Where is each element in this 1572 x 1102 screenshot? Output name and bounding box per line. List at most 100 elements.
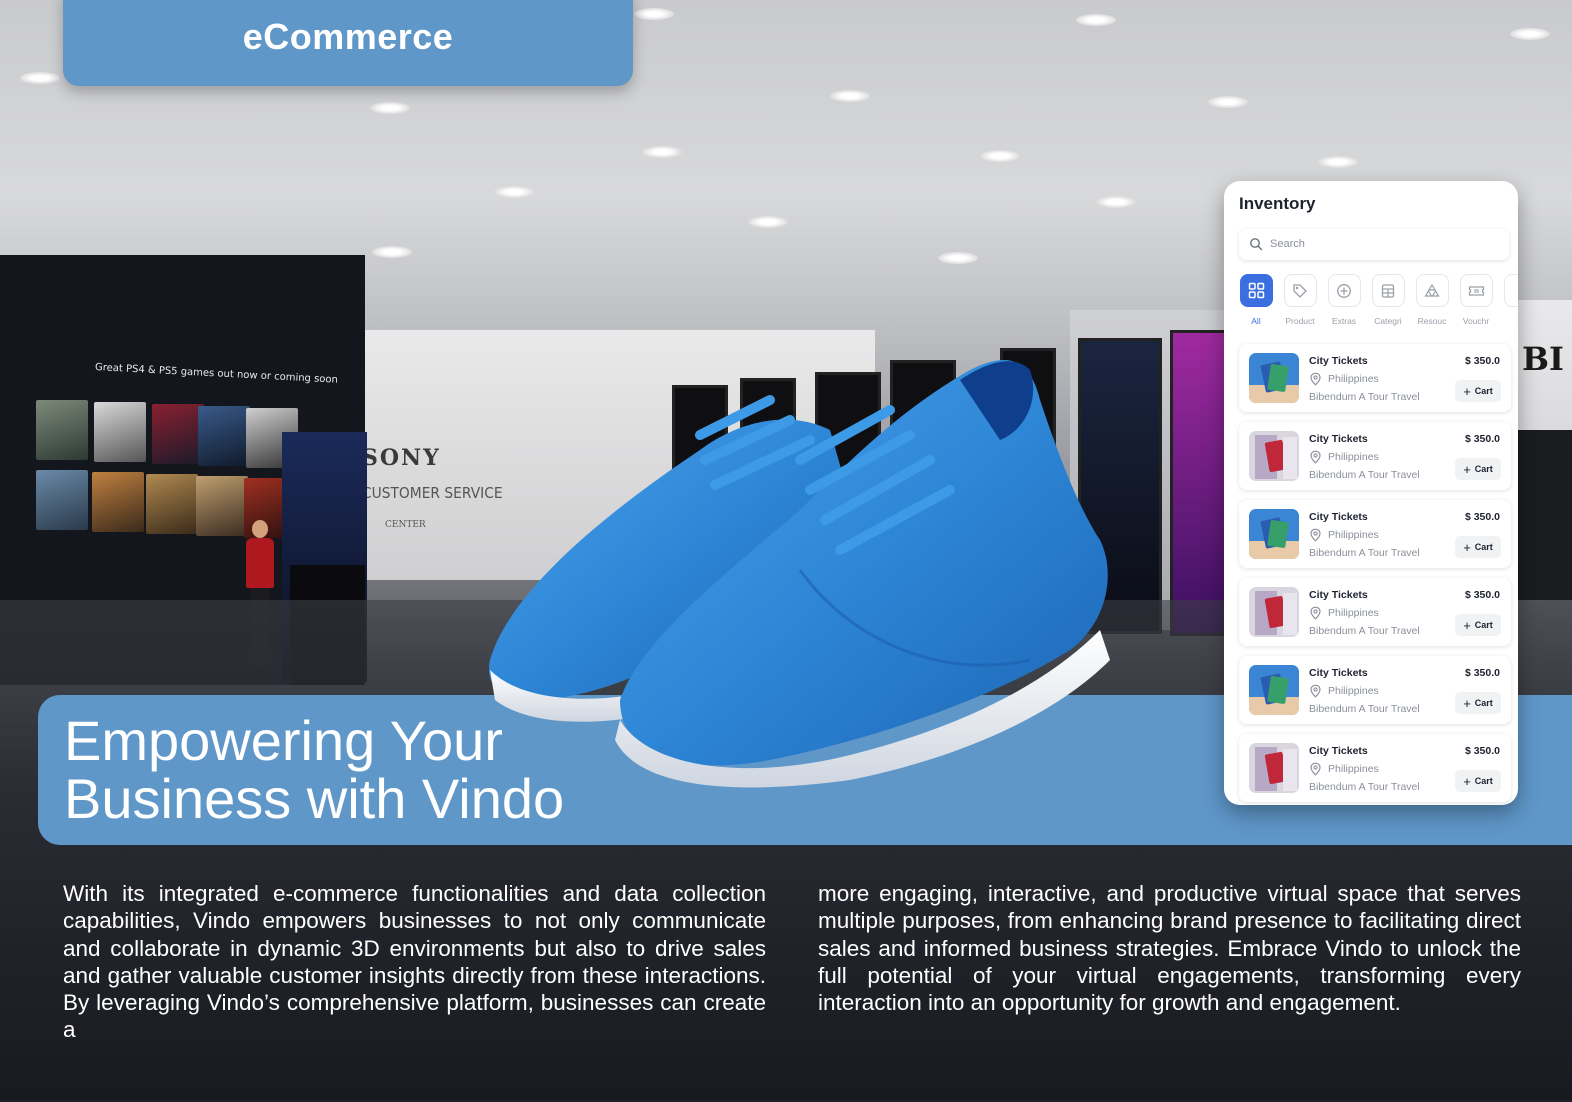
ceiling-light [830, 90, 870, 102]
store-sub-sign: CENTER [385, 520, 426, 530]
tab-vouchers[interactable]: Vouchr [1456, 274, 1496, 326]
add-to-cart-button[interactable]: + Cart [1455, 770, 1501, 792]
cart-label: Cart [1474, 698, 1493, 708]
tab-product[interactable]: Product [1280, 274, 1320, 326]
cart-label: Cart [1474, 386, 1493, 396]
item-price: $ 350.0 [1464, 667, 1500, 679]
ceiling-light [1510, 28, 1550, 40]
store-right-display [1518, 430, 1572, 600]
game-poster [92, 472, 144, 532]
game-poster [36, 470, 88, 530]
location-pin-icon [1310, 762, 1321, 776]
plus-icon: + [1463, 539, 1471, 555]
item-location: Philippines [1328, 685, 1379, 697]
tab-label: Categri [1374, 316, 1402, 326]
ceiling-light [1318, 156, 1358, 168]
voucher-icon [1468, 285, 1484, 296]
ceiling-light [20, 72, 60, 84]
game-poster [146, 474, 198, 534]
body-text-column-2: more engaging, interactive, and producti… [818, 881, 1521, 1016]
location-pin-icon [1310, 684, 1321, 698]
game-poster [94, 402, 146, 462]
game-poster [36, 400, 88, 460]
tab-label: Product [1285, 316, 1315, 326]
store-right-sign: BI [1522, 340, 1565, 378]
item-vendor: Bibendum A Tour Travel [1309, 625, 1420, 637]
blue-sneaker-image [489, 360, 1110, 788]
item-price: $ 350.0 [1464, 355, 1500, 367]
ceiling-light [938, 252, 978, 264]
location-pin-icon [1310, 372, 1321, 386]
add-to-cart-button[interactable]: + Cart [1455, 692, 1501, 714]
plus-icon: + [1463, 773, 1471, 789]
inventory-item[interactable]: City Tickets Philippines Bibendum A Tour… [1239, 656, 1511, 724]
inventory-item[interactable]: City Tickets Philippines Bibendum A Tour… [1239, 500, 1511, 568]
item-price: $ 350.0 [1464, 745, 1500, 757]
item-vendor: Bibendum A Tour Travel [1309, 469, 1420, 481]
cart-label: Cart [1474, 464, 1493, 474]
ceiling-light [1076, 14, 1116, 26]
inventory-item[interactable]: City Tickets Philippines Bibendum A Tour… [1239, 422, 1511, 490]
cart-label: Cart [1474, 542, 1493, 552]
tag-icon [1293, 283, 1307, 298]
item-location: Philippines [1328, 763, 1379, 775]
inventory-item[interactable]: City Tickets Philippines Bibendum A Tour… [1239, 578, 1511, 646]
item-vendor: Bibendum A Tour Travel [1309, 703, 1420, 715]
section-header-tab: eCommerce [63, 0, 633, 86]
item-vendor: Bibendum A Tour Travel [1309, 547, 1420, 559]
ceiling-light [494, 186, 534, 198]
item-location: Philippines [1328, 607, 1379, 619]
item-thumbnail [1249, 665, 1299, 715]
inventory-title: Inventory [1239, 194, 1316, 213]
item-thumbnail [1249, 431, 1299, 481]
tab-extras[interactable]: Extras [1324, 274, 1364, 326]
ceiling-light [980, 150, 1020, 162]
plus-icon: + [1463, 383, 1471, 399]
item-price: $ 350.0 [1464, 433, 1500, 445]
search-icon [1250, 238, 1263, 251]
item-title: City Tickets [1309, 355, 1368, 367]
resources-icon [1424, 283, 1440, 297]
inventory-panel: Inventory Search All Product Extras Cate… [1224, 181, 1518, 805]
item-title: City Tickets [1309, 745, 1368, 757]
search-input[interactable]: Search [1239, 229, 1509, 260]
add-to-cart-button[interactable]: + Cart [1455, 458, 1501, 480]
item-vendor: Bibendum A Tour Travel [1309, 781, 1420, 793]
plus-icon: + [1463, 461, 1471, 477]
more-icon [1503, 274, 1518, 307]
item-price: $ 350.0 [1464, 589, 1500, 601]
game-poster [152, 404, 204, 464]
plus-icon: + [1463, 695, 1471, 711]
tab-all[interactable]: All [1236, 274, 1276, 326]
item-title: City Tickets [1309, 433, 1368, 445]
item-title: City Tickets [1309, 511, 1368, 523]
category-tabs: All Product Extras Categri Resouc Vouchr [1236, 274, 1518, 326]
ceiling-light [372, 246, 412, 258]
tab-label: Extras [1331, 316, 1357, 326]
item-vendor: Bibendum A Tour Travel [1309, 391, 1420, 403]
plus-icon: + [1463, 617, 1471, 633]
item-thumbnail [1249, 353, 1299, 403]
inventory-item[interactable]: City Tickets Philippines Bibendum A Tour… [1239, 734, 1511, 802]
tab-resources[interactable]: Resouc [1412, 274, 1452, 326]
add-to-cart-button[interactable]: + Cart [1455, 536, 1501, 558]
item-title: City Tickets [1309, 667, 1368, 679]
section-title: eCommerce [242, 16, 454, 57]
add-to-cart-button[interactable]: + Cart [1455, 380, 1501, 402]
inventory-item[interactable]: City Tickets Philippines Bibendum A Tour… [1239, 344, 1511, 412]
tab-label: Resouc [1417, 316, 1447, 326]
search-placeholder: Search [1270, 238, 1305, 250]
add-to-cart-button[interactable]: + Cart [1455, 614, 1501, 636]
game-poster [198, 406, 250, 466]
tab-more[interactable]: I [1500, 274, 1518, 326]
tab-categories[interactable]: Categri [1368, 274, 1408, 326]
ceiling-light [634, 8, 674, 20]
item-location: Philippines [1328, 373, 1379, 385]
plus-circle-icon [1337, 283, 1351, 298]
item-price: $ 350.0 [1464, 511, 1500, 523]
category-icon [1381, 283, 1395, 298]
ceiling-light [748, 216, 788, 228]
item-location: Philippines [1328, 451, 1379, 463]
location-pin-icon [1310, 450, 1321, 464]
tab-label: I [1500, 316, 1518, 326]
